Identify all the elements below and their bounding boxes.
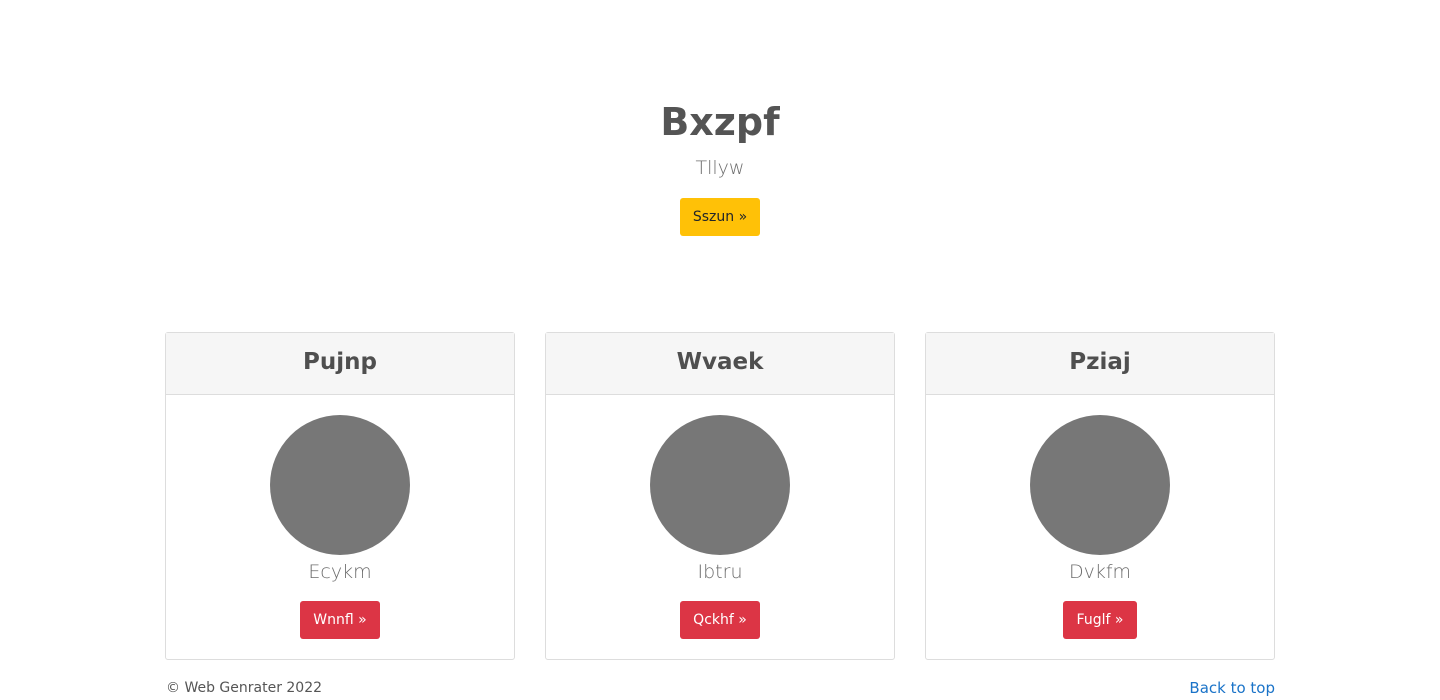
page-title: Bxzpf bbox=[660, 100, 780, 144]
avatar-placeholder bbox=[650, 415, 790, 555]
card-label: Dvkfm bbox=[1068, 561, 1132, 583]
hero-cta-button[interactable]: Sszun » bbox=[680, 198, 760, 236]
card-pujnp: Pujnp Ecykm Wnnfl » bbox=[165, 332, 515, 660]
card-title: Wvaek bbox=[546, 333, 894, 395]
card-label: Ecykm bbox=[308, 561, 372, 583]
card-title: Pujnp bbox=[166, 333, 514, 395]
page-subtitle: Tllyw bbox=[695, 157, 745, 179]
card-title: Pziaj bbox=[926, 333, 1274, 395]
card-action-button[interactable]: Fuglf » bbox=[1063, 601, 1137, 639]
card-action-button[interactable]: Qckhf » bbox=[680, 601, 760, 639]
footer-copyright: © Web Genrater 2022 bbox=[166, 680, 323, 696]
card-label: Ibtru bbox=[697, 561, 743, 583]
card-action-button[interactable]: Wnnfl » bbox=[300, 601, 380, 639]
back-to-top-link[interactable]: Back to top bbox=[1189, 678, 1275, 698]
avatar-placeholder bbox=[1030, 415, 1170, 555]
card-wvaek: Wvaek Ibtru Qckhf » bbox=[545, 332, 895, 660]
card-pziaj: Pziaj Dvkfm Fuglf » bbox=[925, 332, 1275, 660]
avatar-placeholder bbox=[270, 415, 410, 555]
